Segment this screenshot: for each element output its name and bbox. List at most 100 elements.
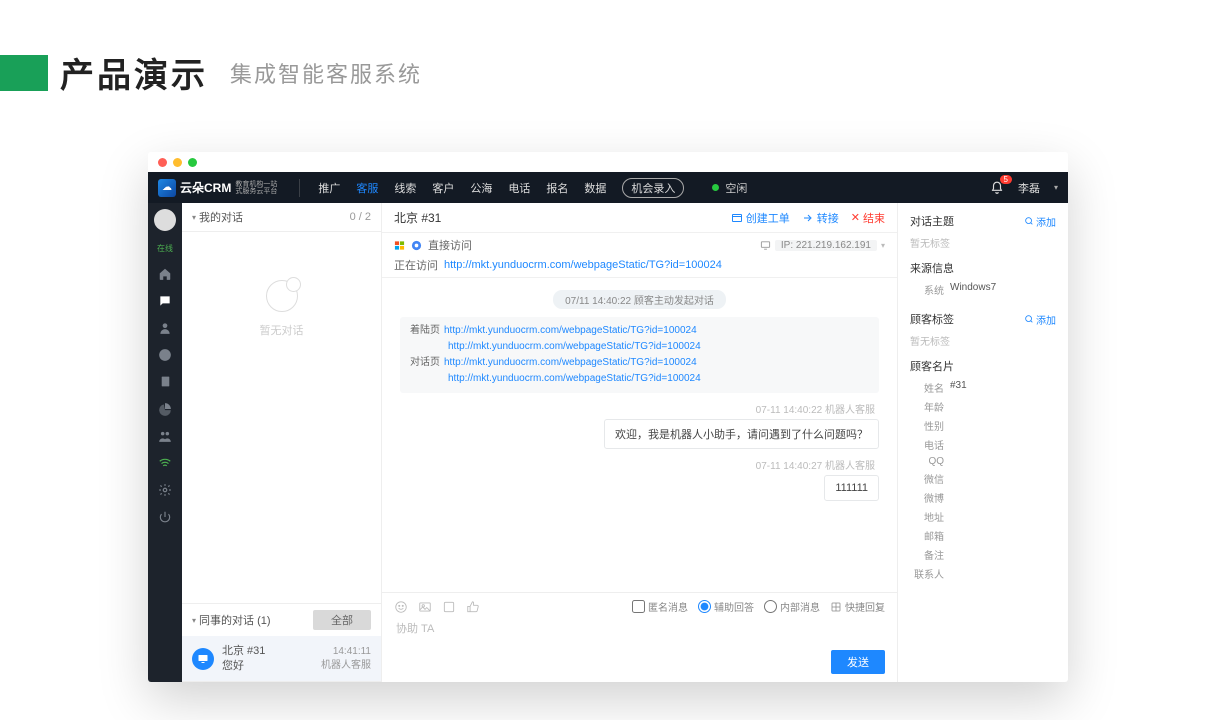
nav-data[interactable]: 数据 <box>584 180 606 196</box>
card-age-label: 年龄 <box>910 399 944 414</box>
landing-url-2[interactable]: http://mkt.yunduocrm.com/webpageStatic/T… <box>448 341 701 352</box>
status-text[interactable]: 空闲 <box>725 180 747 196</box>
end-label: 结束 <box>863 210 885 226</box>
brand-sub: 教育机构一站 式服务云平台 <box>235 181 291 195</box>
card-contact-label: 联系人 <box>910 566 944 581</box>
card-wechat-label: 微信 <box>910 471 944 486</box>
minimize-dot[interactable] <box>173 158 182 167</box>
src-sys-label: 系统 <box>910 282 944 297</box>
empty-state: 暂无对话 <box>182 232 381 603</box>
windows-icon <box>394 240 405 251</box>
ip-label: IP: <box>781 240 793 251</box>
opt-assist[interactable]: 辅助回答 <box>698 599 754 614</box>
topic-title: 对话主题 <box>910 213 954 229</box>
tag-empty: 暂无标签 <box>910 333 1056 348</box>
timestamp-2: 07-11 14:40:27 机器人客服 <box>400 457 875 472</box>
tag-add-button[interactable]: 添加 <box>1024 312 1056 327</box>
zoom-dot[interactable] <box>188 158 197 167</box>
close-dot[interactable] <box>158 158 167 167</box>
right-panel: 对话主题 添加 暂无标签 来源信息 系统 Windows7 顾客标签 添加 暂无… <box>898 203 1068 682</box>
brand-logo[interactable]: ☁ 云朵CRM 教育机构一站 式服务云平台 <box>158 179 300 197</box>
group-icon[interactable] <box>158 428 173 443</box>
topnav: ☁ 云朵CRM 教育机构一站 式服务云平台 推广 客服 线索 客户 公海 电话 … <box>148 172 1068 203</box>
peer-conv-row[interactable]: 北京 #31 您好 14:41:11 机器人客服 <box>182 636 381 682</box>
opt-internal[interactable]: 内部消息 <box>764 599 820 614</box>
user-caret-icon[interactable]: ▾ <box>1054 183 1058 192</box>
thumbs-up-icon[interactable] <box>466 600 480 614</box>
card-phone-label: 电话 <box>910 437 944 452</box>
status-dot-icon <box>712 184 719 191</box>
close-icon: ✕ <box>851 211 860 224</box>
power-icon[interactable] <box>158 509 173 524</box>
send-button[interactable]: 发送 <box>831 650 885 674</box>
nav-pool[interactable]: 公海 <box>470 180 492 196</box>
caret-down-icon: ▾ <box>192 616 196 625</box>
chatpage-url-1[interactable]: http://mkt.yunduocrm.com/webpageStatic/T… <box>444 357 697 368</box>
chevron-down-icon[interactable]: ▾ <box>881 241 885 250</box>
slide-title: 产品演示 <box>60 48 208 97</box>
card-weibo-label: 微博 <box>910 490 944 505</box>
brand-sub-1: 教育机构一站 <box>235 181 277 188</box>
empty-chat-icon <box>266 280 298 312</box>
end-button[interactable]: ✕ 结束 <box>851 210 885 226</box>
agent-avatar[interactable] <box>154 209 176 231</box>
bot-bubble-1: 欢迎，我是机器人小助手，请问遇到了什么问题吗？ <box>604 419 879 449</box>
card-addr-label: 地址 <box>910 509 944 524</box>
my-conv-header[interactable]: ▾ 我的对话 0 / 2 <box>182 203 381 232</box>
opt-anon[interactable]: 匿名消息 <box>632 599 688 614</box>
accent-block <box>0 55 48 91</box>
nav-phone[interactable]: 电话 <box>508 180 530 196</box>
brand-sub-2: 式服务云平台 <box>235 188 277 195</box>
image-icon[interactable] <box>418 600 432 614</box>
check-circle-icon[interactable] <box>158 347 173 362</box>
attach-icon[interactable] <box>442 600 456 614</box>
quick-reply-button[interactable]: 快捷回复 <box>830 599 885 614</box>
window-traffic-lights <box>148 152 1068 172</box>
card-email-label: 邮箱 <box>910 528 944 543</box>
bell-icon[interactable]: 5 <box>990 181 1004 195</box>
brand-name: 云朵CRM <box>180 179 231 196</box>
home-icon[interactable] <box>158 266 173 281</box>
topnav-items: 推广 客服 线索 客户 公海 电话 报名 数据 机会录入 <box>318 178 684 198</box>
nav-promo[interactable]: 推广 <box>318 180 340 196</box>
emoji-icon[interactable] <box>394 600 408 614</box>
peer-conv-header[interactable]: ▾ 同事的对话 (1) 全部 <box>182 603 381 636</box>
slide-subtitle: 集成智能客服系统 <box>230 57 422 89</box>
pie-icon[interactable] <box>158 401 173 416</box>
nav-customers[interactable]: 客户 <box>432 180 454 196</box>
chatpage-url-2[interactable]: http://mkt.yunduocrm.com/webpageStatic/T… <box>448 373 701 384</box>
chat-icon[interactable] <box>158 293 173 308</box>
person-icon[interactable] <box>158 320 173 335</box>
tag-title: 顾客标签 <box>910 311 954 327</box>
chrome-icon <box>411 240 422 251</box>
card-title: 顾客名片 <box>910 358 954 374</box>
record-button[interactable]: 机会录入 <box>622 178 684 198</box>
peer-all-button[interactable]: 全部 <box>313 610 371 630</box>
create-ticket-button[interactable]: 创建工单 <box>731 210 790 226</box>
gear-icon[interactable] <box>158 482 173 497</box>
cloud-icon: ☁ <box>158 179 176 197</box>
landing-url-1[interactable]: http://mkt.yunduocrm.com/webpageStatic/T… <box>444 325 697 336</box>
app-window: ☁ 云朵CRM 教育机构一站 式服务云平台 推广 客服 线索 客户 公海 电话 … <box>148 152 1068 682</box>
monitor-icon <box>192 648 214 670</box>
transfer-button[interactable]: 转接 <box>802 210 839 226</box>
wifi-icon[interactable] <box>158 455 173 470</box>
user-name[interactable]: 李磊 <box>1018 180 1040 196</box>
doc-icon[interactable] <box>158 374 173 389</box>
source-title: 来源信息 <box>910 260 954 276</box>
nav-signup[interactable]: 报名 <box>546 180 568 196</box>
nav-support[interactable]: 客服 <box>356 180 378 196</box>
nav-leads[interactable]: 线索 <box>394 180 416 196</box>
composer-input[interactable]: 协助 TA <box>394 614 885 650</box>
topic-add-button[interactable]: 添加 <box>1024 214 1056 229</box>
peer-origin: 机器人客服 <box>321 659 371 673</box>
monitor-small-icon <box>760 240 771 251</box>
card-note-label: 备注 <box>910 547 944 562</box>
my-conv-count: 0 / 2 <box>350 211 371 223</box>
notification-badge: 5 <box>1000 175 1012 184</box>
card-name-label: 姓名 <box>910 380 944 395</box>
direct-visit-label: 直接访问 <box>428 237 472 253</box>
peer-msg: 您好 <box>222 659 313 673</box>
visiting-url[interactable]: http://mkt.yunduocrm.com/webpageStatic/T… <box>444 259 722 271</box>
empty-text: 暂无对话 <box>260 322 304 338</box>
